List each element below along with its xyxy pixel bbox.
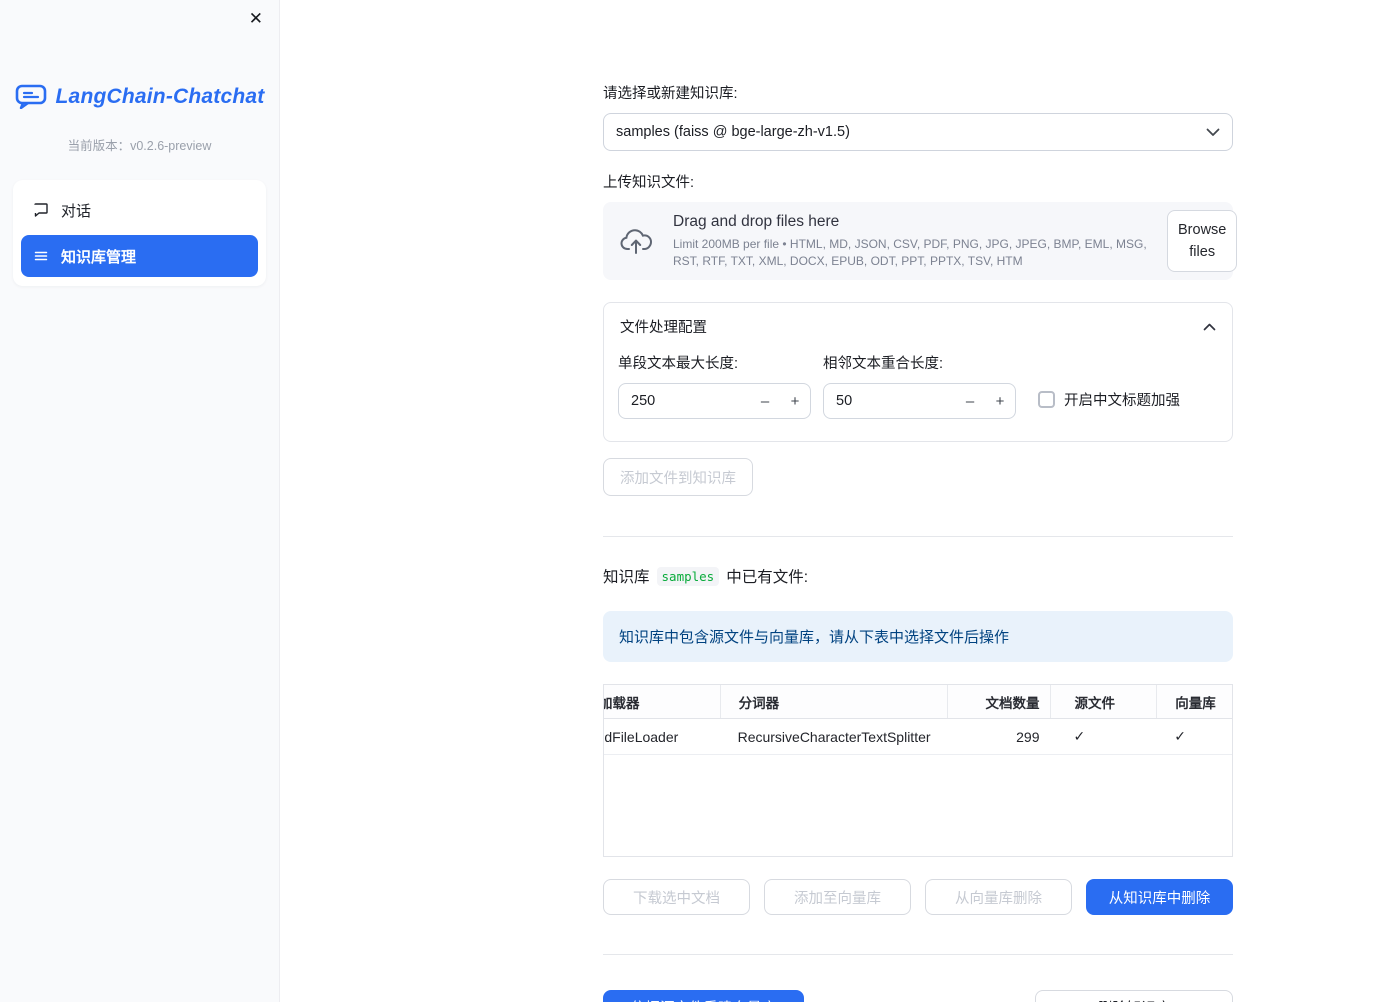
sidebar: ✕ LangChain-Chatchat 当前版本：v0.2.6-preview… bbox=[0, 0, 280, 1002]
overlap-length-value: 50 bbox=[836, 393, 853, 409]
checkbox-label: 开启中文标题加强 bbox=[1064, 393, 1180, 409]
chat-bubble-icon bbox=[33, 202, 49, 218]
dropzone-instruction: Drag and drop files here bbox=[673, 212, 840, 230]
cell-vector-store-check: ✓ bbox=[1174, 728, 1186, 744]
minus-button[interactable]: – bbox=[750, 393, 780, 410]
app-logo: LangChain-Chatchat bbox=[0, 84, 279, 109]
cell-loader: UnstructuredFileLoader bbox=[604, 728, 679, 745]
kb-select[interactable]: samples (faiss @ bge-large-zh-v1.5) bbox=[603, 113, 1233, 151]
delete-from-kb-button[interactable]: 从知识库中删除 bbox=[1086, 879, 1233, 915]
cell-doc-count: 299 bbox=[1016, 728, 1040, 745]
divider bbox=[603, 954, 1233, 955]
column-header-doc-count[interactable]: 文档数量 bbox=[946, 685, 1050, 718]
max-length-label: 单段文本最大长度: bbox=[618, 356, 739, 372]
version-label: 当前版本：v0.2.6-preview bbox=[67, 139, 212, 153]
sidebar-item-label: 知识库管理 bbox=[61, 248, 137, 266]
existing-prefix: 知识库 bbox=[603, 569, 650, 586]
overlap-length-label: 相邻文本重合长度: bbox=[823, 356, 944, 372]
file-config-expander: 文件处理配置 单段文本最大长度: 250 – + 相邻文本重合长度: 50 – … bbox=[603, 302, 1233, 442]
logo-text: LangChain-Chatchat bbox=[55, 84, 265, 108]
cloud-upload-icon bbox=[619, 227, 657, 255]
rebuild-vector-store-button[interactable]: 依据源文件重建向量库 bbox=[603, 990, 804, 1002]
kb-name-code: samples bbox=[656, 566, 720, 586]
table-header-row: 文档加载器 分词器 文档数量 源文件 向量库 bbox=[604, 685, 1232, 719]
chevron-up-icon bbox=[1203, 323, 1216, 331]
table-row[interactable]: UnstructuredFileLoader RecursiveCharacte… bbox=[604, 719, 1232, 755]
cell-source-file-check: ✓ bbox=[1073, 728, 1086, 744]
column-header-splitter[interactable]: 分词器 bbox=[719, 685, 947, 718]
chevron-down-icon bbox=[1206, 128, 1220, 137]
delete-from-vector-store-button[interactable]: 从向量库删除 bbox=[925, 879, 1072, 915]
column-header-loader[interactable]: 文档加载器 bbox=[604, 685, 720, 718]
kb-select-label: 请选择或新建知识库: bbox=[603, 86, 738, 102]
max-length-input[interactable]: 250 – + bbox=[618, 383, 811, 419]
info-alert: 知识库中包含源文件与向量库，请从下表中选择文件后操作 bbox=[603, 611, 1233, 662]
main-area: 请选择或新建知识库: samples (faiss @ bge-large-zh… bbox=[280, 0, 1380, 1002]
list-icon bbox=[33, 248, 49, 264]
checkbox-box[interactable] bbox=[1038, 391, 1055, 408]
sidebar-close-icon[interactable]: ✕ bbox=[245, 6, 267, 31]
browse-files-button[interactable]: Browse files bbox=[1167, 209, 1238, 273]
add-to-vector-store-button[interactable]: 添加至向量库 bbox=[764, 879, 911, 915]
kb-select-value: samples (faiss @ bge-large-zh-v1.5) bbox=[616, 124, 850, 140]
logo-chat-icon bbox=[15, 84, 47, 109]
divider bbox=[603, 536, 1233, 537]
plus-button[interactable]: + bbox=[985, 393, 1015, 410]
sidebar-item-knowledge-base[interactable]: 知识库管理 bbox=[21, 235, 258, 277]
cell-splitter: RecursiveCharacterTextSplitter bbox=[737, 728, 931, 745]
zh-title-enhance-checkbox[interactable]: 开启中文标题加强 bbox=[1038, 389, 1180, 410]
add-files-to-kb-button[interactable]: 添加文件到知识库 bbox=[603, 458, 753, 496]
files-table: 文档加载器 分词器 文档数量 源文件 向量库 UnstructuredFileL… bbox=[603, 684, 1233, 857]
minus-button[interactable]: – bbox=[955, 393, 985, 410]
dropzone-limit-text: Limit 200MB per file • HTML, MD, JSON, C… bbox=[673, 236, 1147, 268]
max-length-value: 250 bbox=[631, 393, 656, 409]
footer-actions: 依据源文件重建向量库 删除知识库 bbox=[603, 990, 1233, 1002]
file-config-expander-header[interactable]: 文件处理配置 bbox=[604, 303, 1232, 350]
sidebar-item-label: 对话 bbox=[61, 202, 92, 220]
existing-suffix: 中已有文件: bbox=[726, 569, 809, 586]
download-selected-button[interactable]: 下载选中文档 bbox=[603, 879, 750, 915]
expander-title: 文件处理配置 bbox=[620, 320, 707, 336]
sidebar-menu: 对话 知识库管理 bbox=[13, 180, 266, 286]
overlap-length-input[interactable]: 50 – + bbox=[823, 383, 1016, 419]
column-header-source-file[interactable]: 源文件 bbox=[1049, 685, 1157, 718]
existing-files-heading: 知识库 samples 中已有文件: bbox=[603, 565, 1233, 587]
table-actions: 下载选中文档 添加至向量库 从向量库删除 从知识库中删除 bbox=[603, 879, 1233, 915]
sidebar-item-chat[interactable]: 对话 bbox=[21, 189, 258, 231]
delete-kb-button[interactable]: 删除知识库 bbox=[1035, 990, 1233, 1002]
file-dropzone[interactable]: Drag and drop files here Limit 200MB per… bbox=[603, 202, 1238, 280]
uploader-label: 上传知识文件: bbox=[603, 175, 695, 191]
column-header-vector-store[interactable]: 向量库 bbox=[1156, 685, 1232, 718]
plus-button[interactable]: + bbox=[780, 393, 810, 410]
